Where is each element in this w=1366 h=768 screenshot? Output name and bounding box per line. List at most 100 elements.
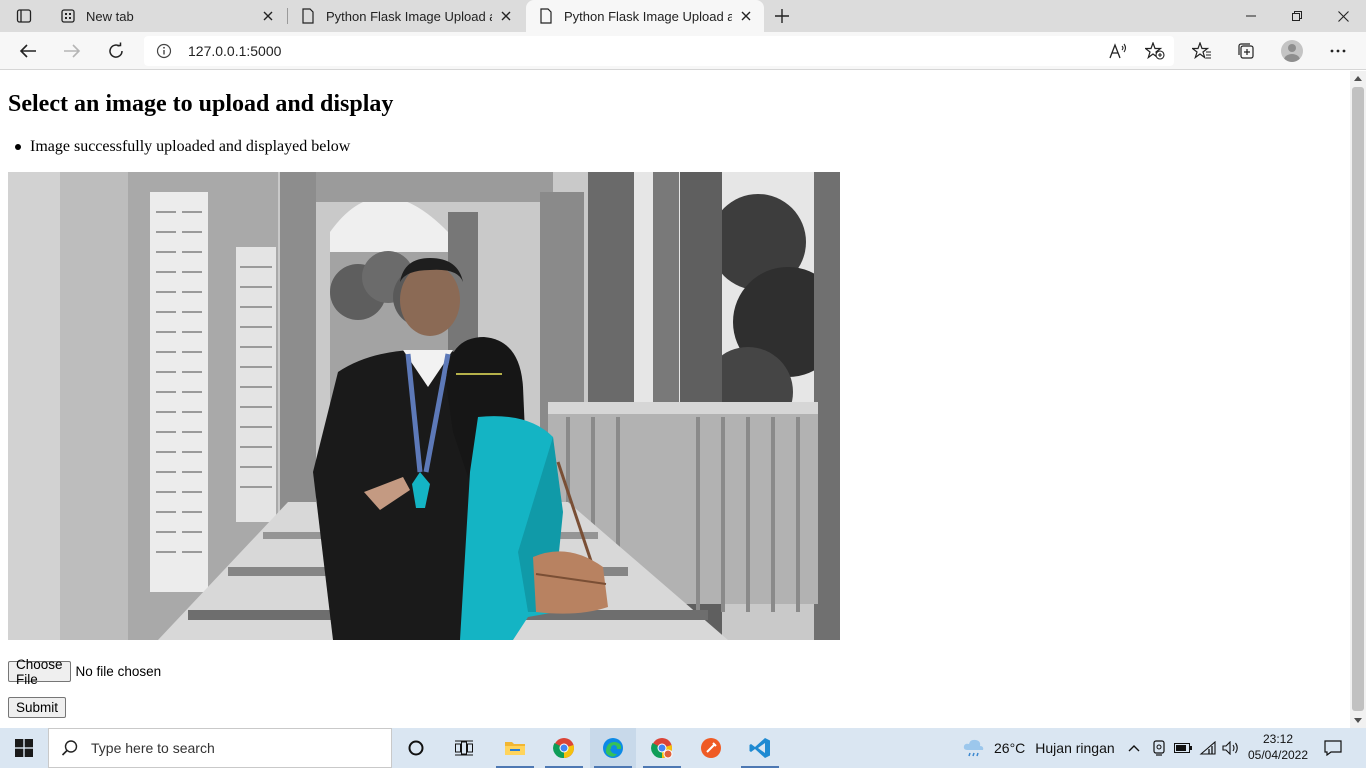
favorites-icon: [1192, 42, 1211, 60]
notifications-button[interactable]: [1316, 728, 1350, 768]
avatar: [1281, 40, 1303, 62]
weather-rain-icon: [963, 739, 984, 757]
postman-icon: [701, 738, 721, 758]
forward-button[interactable]: [56, 35, 88, 67]
submit-button[interactable]: Submit: [8, 697, 67, 718]
new-tab-button[interactable]: [768, 4, 796, 28]
scroll-down-button[interactable]: [1350, 713, 1366, 728]
browser-toolbar: 127.0.0.1:5000: [0, 32, 1366, 70]
tab-flask-upload[interactable]: Python Flask Image Upload and Display: [288, 0, 524, 32]
vertical-scrollbar[interactable]: [1350, 71, 1366, 728]
postman-button[interactable]: [688, 728, 734, 768]
settings-menu-button[interactable]: [1322, 35, 1354, 67]
edge-button[interactable]: [590, 728, 636, 768]
flash-message: Image successfully uploaded and displaye…: [15, 138, 630, 156]
restore-icon: [1292, 11, 1302, 21]
clock-time: 23:12: [1262, 732, 1294, 746]
weather-temperature: 26°C: [994, 740, 1026, 756]
address-bar[interactable]: 127.0.0.1:5000: [144, 36, 1174, 66]
add-favorite-button[interactable]: [1142, 39, 1168, 63]
tab-flask-upload-active[interactable]: Python Flask Image Upload and Display: [526, 0, 764, 32]
chrome-canary-icon: [651, 738, 673, 759]
tab-title: New tab: [86, 8, 134, 24]
tab-new-tab[interactable]: New tab: [48, 0, 286, 32]
chrome-button[interactable]: [541, 728, 587, 768]
url-text: 127.0.0.1:5000: [188, 43, 282, 59]
volume-button[interactable]: [1220, 728, 1242, 768]
battery-icon: [1174, 743, 1192, 753]
start-button[interactable]: [0, 728, 48, 768]
file-status-text: No file chosen: [75, 664, 162, 679]
scroll-up-button[interactable]: [1350, 71, 1366, 86]
page-viewport: Select an image to upload and display Im…: [0, 71, 1350, 728]
tab-title: Python Flask Image Upload and Display: [326, 8, 492, 24]
windows-icon: [15, 739, 33, 757]
vscode-button[interactable]: [737, 728, 783, 768]
file-explorer-button[interactable]: [492, 728, 538, 768]
tab-title: Python Flask Image Upload and Display: [564, 8, 732, 24]
read-aloud-button[interactable]: [1106, 39, 1132, 63]
star-add-icon: [1145, 42, 1165, 60]
meet-now-icon: [1153, 740, 1165, 756]
folder-icon: [505, 742, 525, 755]
tab-actions-button[interactable]: [8, 4, 40, 28]
profile-button[interactable]: [1276, 35, 1308, 67]
document-icon: [538, 8, 554, 24]
close-icon[interactable]: [738, 8, 754, 24]
favorites-button[interactable]: [1186, 35, 1218, 67]
vscode-icon: [749, 738, 770, 758]
taskbar-search-box[interactable]: Type here to search: [48, 728, 392, 768]
close-window-button[interactable]: [1320, 0, 1366, 32]
network-button[interactable]: [1197, 728, 1219, 768]
search-placeholder: Type here to search: [91, 740, 215, 756]
file-input[interactable]: Choose File No file chosen: [8, 657, 162, 687]
chrome-canary-button[interactable]: [639, 728, 685, 768]
plus-icon: [775, 9, 789, 23]
uploaded-image: [8, 172, 843, 640]
clock-date: 05/04/2022: [1247, 748, 1309, 762]
wifi-icon: [1199, 741, 1216, 755]
show-hidden-icons-button[interactable]: [1124, 728, 1144, 768]
minimize-button[interactable]: [1228, 0, 1274, 32]
arrow-right-icon: [64, 44, 81, 58]
restore-button[interactable]: [1274, 0, 1320, 32]
task-view-button[interactable]: [444, 728, 484, 768]
choose-file-button[interactable]: Choose File: [8, 657, 71, 687]
read-aloud-icon: [1109, 43, 1127, 59]
system-clock[interactable]: 23:12 05/04/2022: [1242, 731, 1314, 763]
scrollbar-thumb[interactable]: [1352, 87, 1364, 711]
triangle-up-icon: [1354, 76, 1362, 81]
back-button[interactable]: [12, 35, 44, 67]
meet-now-button[interactable]: [1148, 728, 1170, 768]
cortana-icon: [408, 740, 424, 756]
page-title: Select an image to upload and display: [8, 91, 394, 117]
chrome-icon: [553, 738, 574, 759]
collections-icon: [1238, 43, 1254, 59]
weather-widget[interactable]: 26°C Hujan ringan: [962, 728, 1124, 768]
taskbar: Type here to search 26°C Hujan ringan 23…: [0, 728, 1366, 768]
speaker-icon: [1222, 741, 1238, 755]
triangle-down-icon: [1354, 718, 1362, 723]
search-icon: [61, 739, 79, 757]
refresh-button[interactable]: [100, 35, 132, 67]
close-icon[interactable]: [260, 8, 276, 24]
new-tab-icon: [60, 8, 76, 24]
task-view-icon: [455, 740, 473, 756]
close-icon: [1337, 10, 1349, 22]
notification-icon: [1324, 740, 1342, 756]
document-icon: [300, 8, 316, 24]
battery-button[interactable]: [1172, 728, 1194, 768]
collections-button[interactable]: [1230, 35, 1262, 67]
edge-icon: [603, 738, 623, 758]
info-icon[interactable]: [156, 43, 172, 59]
refresh-icon: [109, 42, 123, 58]
minimize-icon: [1246, 15, 1256, 17]
close-icon[interactable]: [498, 8, 514, 24]
cortana-button[interactable]: [396, 728, 436, 768]
weather-condition: Hujan ringan: [1035, 740, 1115, 756]
tab-strip: New tab Python Flask Image Upload and Di…: [0, 0, 1366, 32]
more-icon: [1330, 49, 1346, 53]
chevron-up-icon: [1128, 745, 1140, 752]
tab-actions-icon: [16, 9, 32, 23]
arrow-left-icon: [19, 44, 36, 58]
